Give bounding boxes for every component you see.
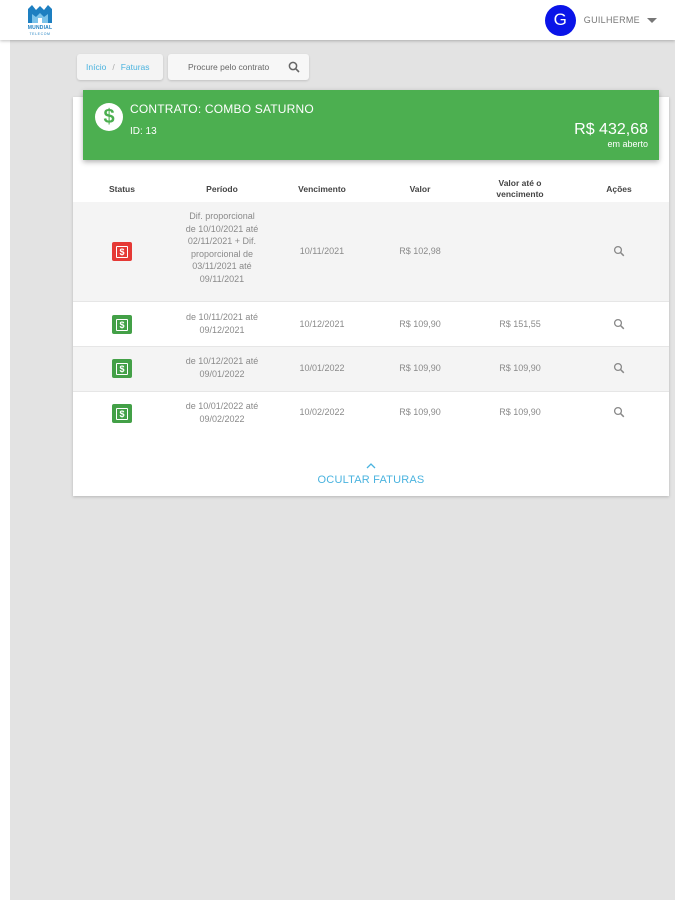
header-value-due: Valor até o vencimento xyxy=(482,178,558,200)
period-line: de 10/12/2021 até xyxy=(185,356,259,366)
contract-banner: $ CONTRATO: COMBO SATURNO ID: 13 R$ 432,… xyxy=(83,90,659,160)
period-cell: de 10/11/2021 até 09/12/2021 xyxy=(165,311,279,336)
header-status: Status xyxy=(109,184,135,194)
dollar-icon: $ xyxy=(95,103,123,131)
logo-subtitle: TELECOM xyxy=(29,32,51,36)
magnifier-icon[interactable] xyxy=(613,245,625,257)
due-date-cell: 10/01/2022 xyxy=(299,363,345,373)
due-date-cell: 10/02/2022 xyxy=(299,407,345,417)
table-row: $ de 10/12/2021 até 09/01/2022 10/01/202… xyxy=(73,347,669,392)
period-cell: de 10/01/2022 até 09/02/2022 xyxy=(165,400,279,425)
period-line: 09/01/2022 xyxy=(199,368,245,379)
hide-invoices-label: OCULTAR FATURAS xyxy=(317,474,425,486)
top-bar: MUNDIAL TELECOM G GUILHERME xyxy=(0,0,675,40)
dollar-icon: $ xyxy=(116,362,128,375)
table-row: $ Dif. proporcional de 10/10/2021 até 02… xyxy=(73,202,669,302)
header-period: Período xyxy=(206,184,238,194)
value-cell: R$ 102,98 xyxy=(399,246,441,256)
breadcrumb: Início / Faturas xyxy=(77,54,163,80)
table-row: $ de 10/01/2022 até 09/02/2022 10/02/202… xyxy=(73,392,669,436)
hide-invoices-button[interactable]: OCULTAR FATURAS xyxy=(300,460,442,492)
due-date-cell: 10/12/2021 xyxy=(299,319,345,329)
period-cell: Dif. proporcional de 10/10/2021 até 02/1… xyxy=(165,210,279,285)
header-value: Valor xyxy=(409,184,431,194)
value-due-cell: R$ 109,90 xyxy=(499,363,541,373)
avatar[interactable]: G xyxy=(544,4,576,36)
header-due: Vencimento xyxy=(298,184,346,194)
value-cell: R$ 109,90 xyxy=(399,407,441,417)
period-line: 03/11/2021 até xyxy=(192,261,252,271)
dollar-icon: $ xyxy=(116,407,128,420)
period-line: 02/11/2021 + Dif. xyxy=(187,236,257,246)
magnifier-icon[interactable] xyxy=(613,318,625,330)
period-line: 09/11/2021 xyxy=(199,273,245,284)
status-open-badge[interactable]: $ xyxy=(112,404,132,423)
magnifier-icon[interactable] xyxy=(613,362,625,374)
search-icon[interactable] xyxy=(288,61,300,73)
dollar-icon: $ xyxy=(116,245,128,258)
value-due-cell: R$ 109,90 xyxy=(499,407,541,417)
breadcrumb-separator: / xyxy=(112,62,115,72)
value-cell: R$ 109,90 xyxy=(399,363,441,373)
status-open-badge[interactable]: $ xyxy=(112,315,132,334)
breadcrumb-current[interactable]: Faturas xyxy=(121,62,150,72)
magnifier-icon[interactable] xyxy=(613,406,625,418)
period-cell: de 10/12/2021 até 09/01/2022 xyxy=(165,355,279,380)
header-actions: Ações xyxy=(606,184,632,194)
chevron-up-icon xyxy=(366,463,376,469)
search-input[interactable] xyxy=(176,59,286,75)
open-amount: R$ 432,68 xyxy=(574,121,648,138)
contract-id: ID: 13 xyxy=(130,126,157,137)
table-row: $ de 10/11/2021 até 09/12/2021 10/12/202… xyxy=(73,302,669,347)
period-line: proporcional de xyxy=(190,248,254,259)
breadcrumb-home[interactable]: Início xyxy=(86,62,106,72)
header-value-due-line1: Valor até o xyxy=(498,178,542,188)
company-logo[interactable]: MUNDIAL TELECOM xyxy=(20,3,60,37)
period-line: de 10/10/2021 até xyxy=(185,223,259,234)
caret-down-icon[interactable] xyxy=(647,17,657,23)
dollar-icon: $ xyxy=(116,318,128,331)
contract-title: CONTRATO: COMBO SATURNO xyxy=(130,102,314,116)
period-line: 09/12/2021 xyxy=(199,324,245,335)
value-cell: R$ 109,90 xyxy=(399,319,441,329)
user-name[interactable]: GUILHERME xyxy=(584,15,640,25)
open-amount-label: em aberto xyxy=(607,139,648,149)
due-date-cell: 10/11/2021 xyxy=(299,246,345,256)
period-line: 09/02/2022 xyxy=(199,413,245,424)
status-overdue-badge[interactable]: $ xyxy=(112,242,132,261)
period-line: de 10/01/2022 até xyxy=(185,401,259,411)
logo-name: MUNDIAL xyxy=(27,25,53,31)
logo-icon xyxy=(28,5,52,23)
header-value-due-line2: vencimento xyxy=(496,189,544,199)
period-line: Dif. proporcional xyxy=(189,211,255,221)
user-menu[interactable]: G GUILHERME xyxy=(544,4,657,36)
status-open-badge[interactable]: $ xyxy=(112,359,132,378)
period-line: de 10/11/2021 até xyxy=(186,312,258,322)
contract-search xyxy=(168,54,309,80)
value-due-cell: R$ 151,55 xyxy=(499,319,541,329)
